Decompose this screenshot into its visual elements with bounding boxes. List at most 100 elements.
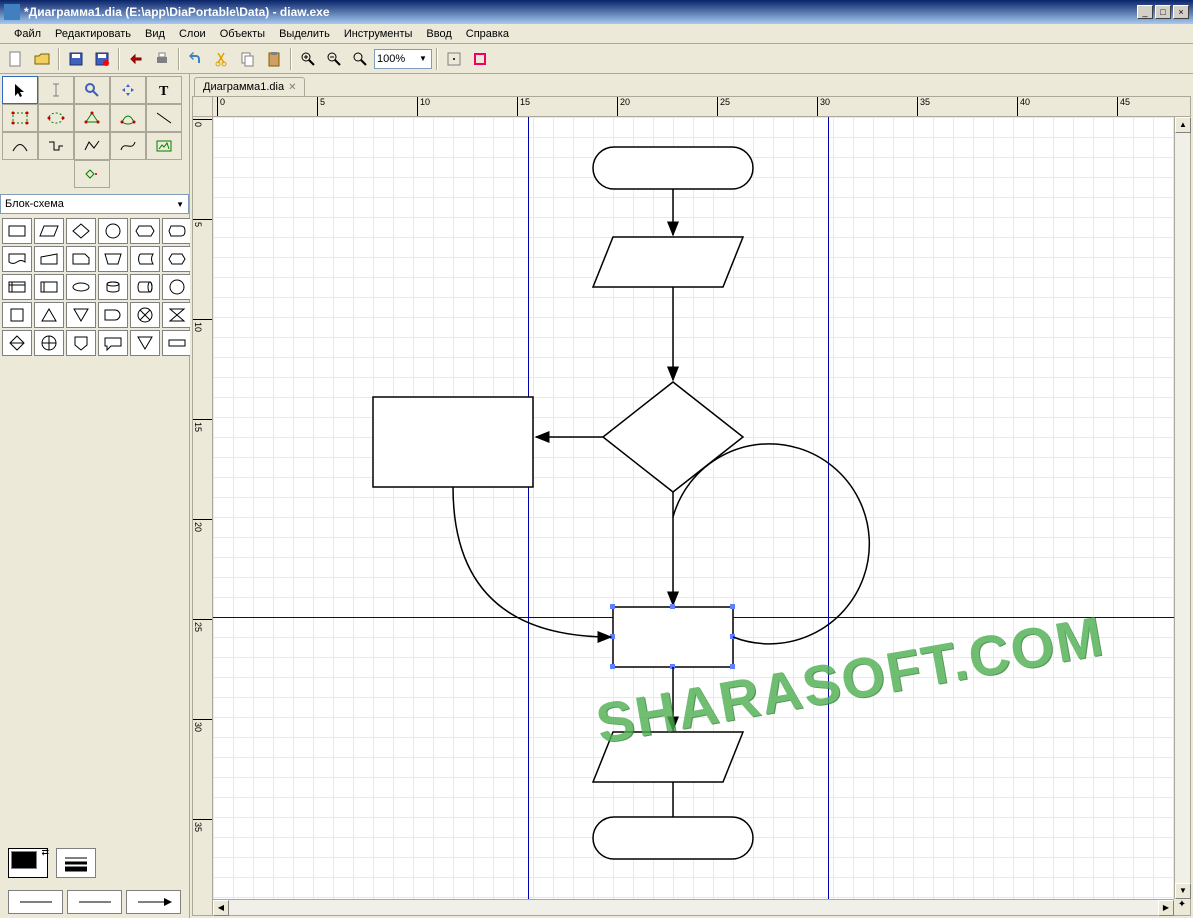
shape-manual-op[interactable] [98,246,128,272]
tool-text[interactable]: T [146,76,182,104]
minimize-button[interactable]: _ [1137,5,1153,19]
shape-terminal[interactable] [98,218,128,244]
shape-category-combo[interactable]: Блок-схема ▼ [0,194,189,214]
ruler-horizontal[interactable]: 051015202530354045 [213,97,1174,117]
open-button[interactable] [30,47,54,71]
shape-comment[interactable] [98,330,128,356]
zoom-combo[interactable]: ▼ [374,49,432,69]
shape-hexagon[interactable] [162,246,192,272]
shape-ellipse[interactable] [66,274,96,300]
line-start-style[interactable] [8,890,63,914]
shape-merge[interactable] [66,302,96,328]
shape-parallelogram[interactable] [34,218,64,244]
tool-outline[interactable] [74,160,110,188]
cut-button[interactable] [210,47,234,71]
shape-process-2[interactable] [613,607,733,667]
shape-card[interactable] [66,246,96,272]
tool-beziergon[interactable] [110,104,146,132]
snap-grid-button[interactable] [442,47,466,71]
connector-curved[interactable] [453,487,611,637]
shape-summing[interactable] [130,302,160,328]
shape-data-storage[interactable] [130,246,160,272]
close-button[interactable]: × [1173,5,1189,19]
new-button[interactable] [4,47,28,71]
scroll-down-icon[interactable]: ▼ [1175,883,1191,899]
maximize-button[interactable]: □ [1155,5,1171,19]
zoom-in-button[interactable] [296,47,320,71]
export-button[interactable] [124,47,148,71]
menu-input[interactable]: Ввод [420,26,457,42]
shape-terminal-end[interactable] [593,817,753,859]
undo-button[interactable] [184,47,208,71]
shape-preparation[interactable] [130,218,160,244]
zoom-fit-button[interactable] [348,47,372,71]
snap-object-button[interactable] [468,47,492,71]
shape-terminal-start[interactable] [593,147,753,189]
line-dash-style[interactable] [67,890,122,914]
shape-connector-circle[interactable] [162,274,192,300]
zoom-out-button[interactable] [322,47,346,71]
swap-colors-icon[interactable]: ⇄ [41,847,49,858]
tool-polygon[interactable] [74,104,110,132]
shape-manual-input[interactable] [34,246,64,272]
tool-magnify[interactable] [74,76,110,104]
menu-tools[interactable]: Инструменты [338,26,419,42]
tool-bezier[interactable] [110,132,146,160]
tool-text-edit[interactable] [38,76,74,104]
tool-image[interactable] [146,132,182,160]
shape-output[interactable] [593,732,743,782]
shape-process[interactable] [373,397,533,487]
scrollbar-horizontal[interactable]: ◀ ▶ [213,899,1174,915]
tool-arc[interactable] [2,132,38,160]
menu-select[interactable]: Выделить [273,26,336,42]
scrollbar-vertical[interactable]: ▲ ▼ [1174,117,1190,899]
line-width-box[interactable] [56,848,96,878]
tool-box[interactable] [2,104,38,132]
shape-rectangle-thin[interactable] [162,330,192,356]
shape-stored-data[interactable] [34,274,64,300]
ruler-vertical[interactable]: 05101520253035 [193,117,213,899]
shape-decision[interactable] [66,218,96,244]
save-as-button[interactable] [90,47,114,71]
tool-scroll[interactable] [110,76,146,104]
tool-zigzag[interactable] [38,132,74,160]
shape-direct-data[interactable] [130,274,160,300]
tool-line[interactable] [146,104,182,132]
nav-corner[interactable]: ✦ [1174,899,1190,915]
shape-input[interactable] [593,237,743,287]
menu-file[interactable]: Файл [8,26,47,42]
foreground-color[interactable] [11,851,37,869]
menu-view[interactable]: Вид [139,26,171,42]
shape-or[interactable] [34,330,64,356]
color-swatch[interactable]: ⇄ [8,848,48,878]
scroll-up-icon[interactable]: ▲ [1175,117,1191,133]
tool-polyline[interactable] [74,132,110,160]
canvas[interactable]: SHARASOFT.COM [213,117,1174,899]
print-button[interactable] [150,47,174,71]
shape-internal-storage[interactable] [2,274,32,300]
document-tab[interactable]: Диаграмма1.dia ✕ [194,77,305,96]
menu-objects[interactable]: Объекты [214,26,271,42]
scroll-right-icon[interactable]: ▶ [1158,900,1174,916]
menu-help[interactable]: Справка [460,26,515,42]
shape-document[interactable] [2,246,32,272]
line-end-style[interactable] [126,890,181,914]
tab-close-icon[interactable]: ✕ [288,82,296,93]
shape-connector-card[interactable] [2,302,32,328]
shape-page-connector[interactable] [66,330,96,356]
copy-button[interactable] [236,47,260,71]
shape-sort[interactable] [2,330,32,356]
shape-triangle-down[interactable] [130,330,160,356]
tool-pointer[interactable] [2,76,38,104]
ruler-corner[interactable] [193,97,213,117]
shape-collate[interactable] [162,302,192,328]
shape-delay[interactable] [98,302,128,328]
shape-process[interactable] [2,218,32,244]
paste-button[interactable] [262,47,286,71]
tool-ellipse[interactable] [38,104,74,132]
zoom-dropdown-icon[interactable]: ▼ [417,54,429,63]
shape-magnetic-disk[interactable] [98,274,128,300]
menu-layers[interactable]: Слои [173,26,212,42]
menu-edit[interactable]: Редактировать [49,26,137,42]
shape-extract[interactable] [34,302,64,328]
